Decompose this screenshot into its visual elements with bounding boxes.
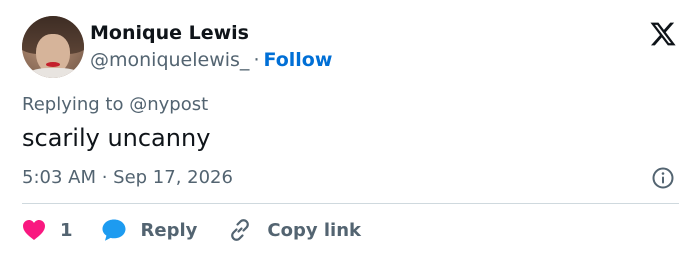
reply-button[interactable]: Reply [101, 218, 198, 242]
replying-to-mention[interactable]: @nypost [129, 94, 208, 115]
tweet-text: scarily uncanny [22, 124, 211, 152]
replying-to-line: Replying to @nypost [22, 94, 208, 115]
author-handle[interactable]: @moniquelewis_ [90, 49, 249, 71]
tweet-timestamp[interactable]: 5:03 AM · Sep 17, 2026 [22, 167, 233, 188]
heart-icon [23, 220, 45, 240]
avatar[interactable] [22, 16, 84, 78]
reply-label: Reply [140, 219, 198, 241]
like-count: 1 [60, 219, 73, 241]
x-logo-icon[interactable] [648, 20, 678, 48]
avatar-shirt [26, 68, 82, 78]
author-name[interactable]: Monique Lewis [90, 22, 249, 44]
link-icon [231, 219, 250, 241]
action-bar: 1 Reply Copy link [22, 216, 361, 244]
chat-bubble-icon [102, 219, 126, 241]
info-icon[interactable] [651, 166, 675, 190]
embedded-tweet-card: Monique Lewis @moniquelewis_ · Follow Repl… [0, 0, 700, 256]
replying-to-prefix: Replying to [22, 94, 124, 115]
divider [22, 203, 679, 204]
copy-link-label: Copy link [267, 219, 361, 241]
author-handle-row: @moniquelewis_ · Follow [90, 49, 332, 71]
avatar-lips [46, 62, 60, 67]
separator-dot: · [253, 49, 260, 71]
copy-link-button[interactable]: Copy link [227, 217, 361, 243]
like-button[interactable]: 1 [22, 219, 73, 241]
follow-button[interactable]: Follow [263, 49, 332, 71]
